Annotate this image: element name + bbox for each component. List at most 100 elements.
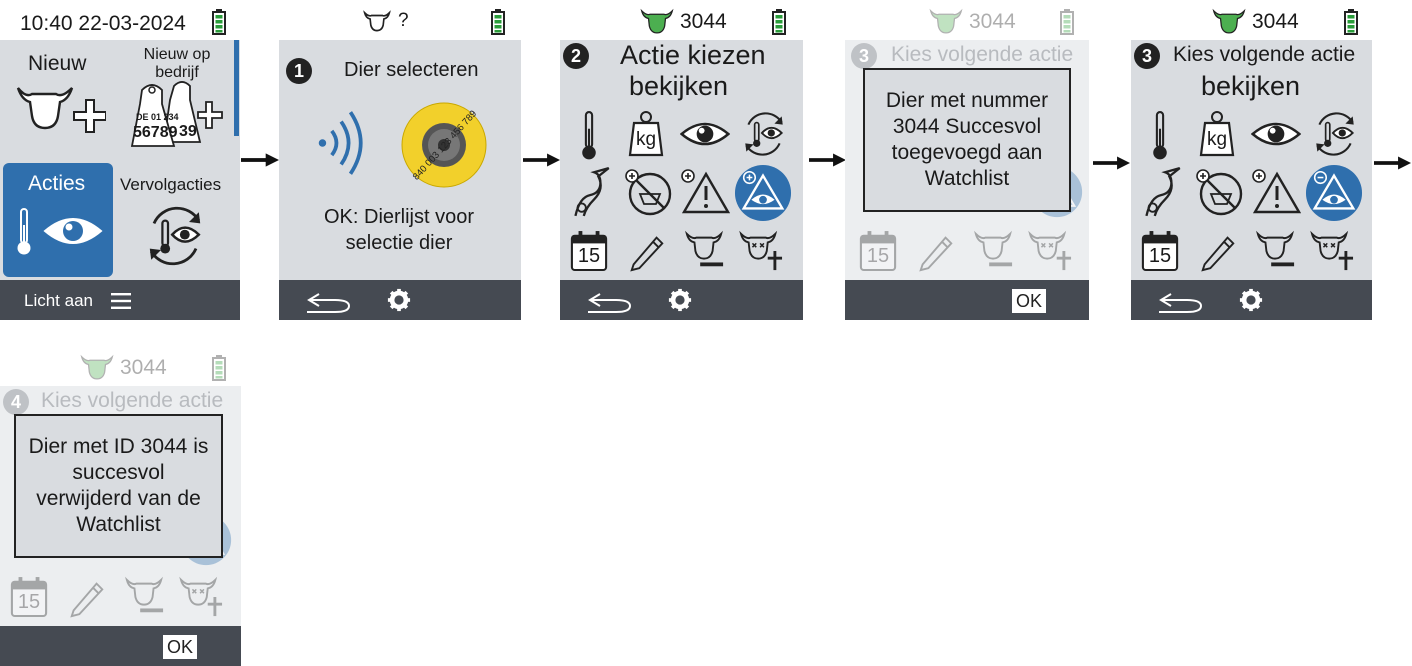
rfid-icon: [315, 108, 371, 178]
calendar-day: 15: [17, 591, 41, 613]
cow-remove-icon[interactable]: [1253, 230, 1297, 272]
cow-head-icon: [640, 7, 674, 35]
tile-followup[interactable]: Vervolgacties: [118, 163, 233, 277]
status-animal: ?: [398, 10, 409, 31]
calendar-day: 15: [866, 245, 890, 267]
cow-head-icon: [1212, 7, 1246, 35]
panel-title: Kies volgende actie: [891, 43, 1074, 66]
eye-icon[interactable]: [680, 118, 730, 150]
cow-remove-icon: [971, 230, 1015, 272]
watchlist-remove-icon[interactable]: [1305, 164, 1363, 222]
eye-icon[interactable]: [1251, 118, 1301, 150]
step-badge: 3: [851, 43, 877, 69]
flow-arrow-icon: [241, 153, 279, 167]
followup-cycle-icon: [140, 201, 210, 271]
warning-icon[interactable]: [1251, 168, 1301, 218]
step-badge: 1: [286, 58, 312, 84]
flow-arrow-icon: [1093, 156, 1130, 170]
panel-title: Actie kiezen: [620, 40, 766, 70]
battery-icon: [1060, 9, 1074, 35]
status-animal: 3044: [680, 10, 727, 33]
battery-icon: [212, 355, 226, 381]
bottom-bar: [1131, 280, 1372, 320]
thermometer-icon[interactable]: [578, 110, 600, 162]
menu-grid: Nieuw Nieuw op bedrijf DE 01 234 56789 3…: [0, 40, 240, 280]
panel-title: Kies volgende actie: [41, 389, 224, 412]
step-badge: 3: [1134, 43, 1160, 69]
bottom-bar: Licht aan: [0, 280, 240, 320]
gear-icon[interactable]: [387, 288, 411, 312]
status-animal: 3044: [120, 356, 167, 379]
status-datetime: 10:40 22-03-2024: [20, 12, 186, 35]
status-animal: 3044: [969, 10, 1016, 33]
bottom-bar: OK: [845, 280, 1089, 320]
bottom-bar: [560, 280, 803, 320]
cow-dead-icon[interactable]: [1309, 230, 1357, 272]
panel-subtitle: bekijken: [629, 71, 729, 101]
stork-icon[interactable]: [568, 166, 612, 218]
step-badge: 2: [563, 43, 589, 69]
status-animal: 3044: [1252, 10, 1299, 33]
flow-arrow-icon: [523, 153, 560, 167]
back-icon[interactable]: [586, 288, 634, 314]
scrollbar[interactable]: [234, 40, 239, 136]
flow-arrow-icon: [809, 153, 846, 167]
ok-button[interactable]: OK: [1012, 289, 1046, 313]
thermometer-icon[interactable]: [1149, 110, 1171, 162]
flow-arrow-icon: [1374, 156, 1411, 170]
battery-icon: [1344, 9, 1358, 35]
battery-icon: [772, 9, 786, 35]
panel-title: Kies volgende actie: [1173, 43, 1356, 66]
watchlist-add-icon[interactable]: [734, 164, 792, 222]
no-feed-icon[interactable]: [624, 168, 674, 218]
dialog-message: Dier met nummer 3044 Succesvol toegevoeg…: [885, 89, 1049, 190]
dialog-message: Dier met ID 3044 is succesvol verwijderd…: [28, 435, 209, 536]
bottom-bar: OK: [0, 626, 241, 666]
tile-followup-label: Vervolgacties: [120, 175, 222, 194]
no-feed-icon[interactable]: [1195, 168, 1245, 218]
ok-button[interactable]: OK: [163, 635, 197, 659]
tag-partial: 39: [179, 123, 197, 140]
action-grid-panel: 3 Kies volgende actie bekijken kg 15: [1131, 40, 1372, 280]
cow-remove-icon: [122, 576, 166, 618]
cow-dead-icon: [178, 576, 226, 618]
gear-icon[interactable]: [668, 288, 692, 312]
menu-icon[interactable]: [111, 293, 131, 309]
pencil-icon: [915, 230, 957, 272]
bottom-bar: [279, 280, 521, 320]
back-icon[interactable]: [305, 288, 353, 314]
followup-cycle-icon[interactable]: [1309, 108, 1361, 160]
pencil-icon[interactable]: [626, 230, 668, 272]
tile-new[interactable]: Nieuw: [0, 40, 115, 158]
cow-dead-icon: [1027, 230, 1075, 272]
calendar-day: 15: [1148, 245, 1172, 267]
kg-label: kg: [1207, 129, 1228, 150]
stork-icon[interactable]: [1139, 166, 1183, 218]
battery-icon: [491, 9, 505, 35]
cow-dead-icon[interactable]: [738, 230, 786, 272]
hint-text: OK: Dierlijst voor selectie dier: [323, 206, 475, 254]
tile-new-company[interactable]: Nieuw op bedrijf DE 01 234 56789 39: [118, 40, 233, 158]
confirmation-dialog: Dier met ID 3044 is succesvol verwijderd…: [14, 414, 223, 558]
thermometer-icon: [17, 208, 31, 255]
calendar-day: 15: [577, 245, 601, 267]
panel-title: Dier selecteren: [344, 59, 479, 81]
pencil-icon[interactable]: [1197, 230, 1239, 272]
cow-remove-icon[interactable]: [682, 230, 726, 272]
eye-icon: [43, 218, 103, 244]
light-on-label[interactable]: Licht aan: [24, 291, 93, 311]
tag-line2: 56789: [133, 124, 178, 141]
tile-new-label: Nieuw: [28, 52, 87, 75]
warning-icon[interactable]: [680, 168, 730, 218]
panel-subtitle: bekijken: [1201, 71, 1301, 101]
tile-actions[interactable]: Acties: [3, 163, 113, 277]
tile-actions-label: Acties: [28, 172, 86, 195]
gear-icon[interactable]: [1239, 288, 1263, 312]
tag-line1: DE 01 234: [136, 112, 179, 122]
pencil-icon: [66, 576, 108, 618]
back-icon[interactable]: [1157, 288, 1205, 314]
cow-add-icon: [16, 87, 106, 133]
cow-head-icon: [361, 10, 393, 32]
followup-cycle-icon[interactable]: [738, 108, 790, 160]
action-grid-panel: 2 Actie kiezen bekijken kg 15: [560, 40, 803, 280]
